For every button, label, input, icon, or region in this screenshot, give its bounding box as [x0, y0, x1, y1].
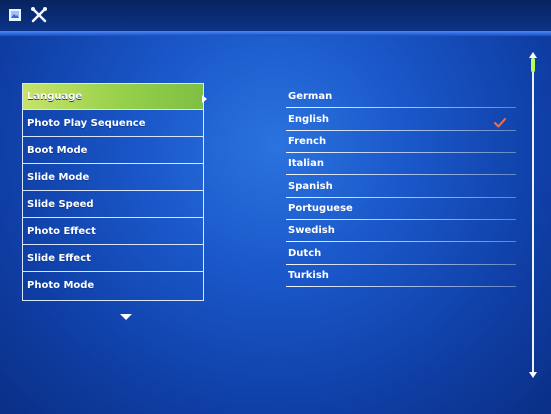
- checkmark-icon: [494, 118, 506, 128]
- menu-item-boot-mode[interactable]: Boot Mode: [23, 138, 203, 164]
- menu-item-slide-speed[interactable]: Slide Speed: [23, 192, 203, 218]
- language-option-swedish[interactable]: Swedish: [286, 220, 516, 242]
- language-option-german[interactable]: German: [286, 86, 516, 108]
- menu-item-photo-mode[interactable]: Photo Mode: [23, 273, 203, 299]
- menu-item-slide-effect[interactable]: Slide Effect: [23, 246, 203, 272]
- language-option-english[interactable]: English: [286, 109, 516, 131]
- tools-icon[interactable]: [30, 6, 48, 24]
- language-option-french[interactable]: French: [286, 131, 516, 153]
- menu-item-language[interactable]: Language: [23, 84, 203, 110]
- top-bar: [0, 0, 551, 36]
- menu-item-slide-mode[interactable]: Slide Mode: [23, 165, 203, 191]
- language-option-turkish[interactable]: Turkish: [286, 265, 516, 287]
- language-option-italian[interactable]: Italian: [286, 153, 516, 175]
- menu-item-photo-play-sequence[interactable]: Photo Play Sequence: [23, 111, 203, 137]
- language-option-spanish[interactable]: Spanish: [286, 176, 516, 198]
- settings-menu: Language Photo Play Sequence Boot Mode S…: [22, 83, 204, 301]
- right-triangle-icon: [202, 95, 207, 103]
- photo-icon[interactable]: [8, 6, 26, 24]
- scrollbar[interactable]: [529, 52, 537, 378]
- language-option-portuguese[interactable]: Portuguese: [286, 198, 516, 220]
- menu-item-photo-effect[interactable]: Photo Effect: [23, 219, 203, 245]
- down-triangle-icon[interactable]: [120, 314, 132, 320]
- language-option-dutch[interactable]: Dutch: [286, 243, 516, 265]
